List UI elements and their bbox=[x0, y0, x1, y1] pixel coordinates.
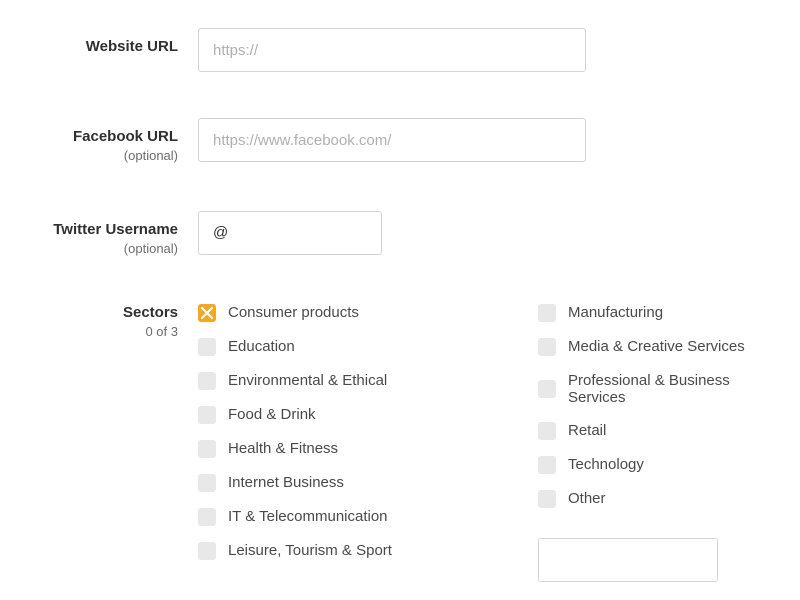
label-facebook: Facebook URL bbox=[0, 128, 178, 146]
sector-checkbox[interactable]: Education bbox=[198, 338, 418, 356]
sector-checkbox[interactable]: Media & Creative Services bbox=[538, 338, 758, 356]
field-col-facebook bbox=[198, 118, 800, 162]
sector-checkbox[interactable]: Environmental & Ethical bbox=[198, 372, 418, 390]
sector-checkbox[interactable]: Manufacturing bbox=[538, 304, 758, 322]
field-col-twitter: @ bbox=[198, 211, 800, 255]
sector-label: Manufacturing bbox=[568, 304, 663, 321]
checkbox-icon bbox=[198, 440, 216, 458]
label-website: Website URL bbox=[0, 38, 178, 56]
checkbox-icon bbox=[198, 338, 216, 356]
checkbox-icon bbox=[538, 380, 556, 398]
checkbox-icon bbox=[198, 474, 216, 492]
label-col-sectors: Sectors 0 of 3 bbox=[0, 304, 198, 341]
twitter-input-wrap[interactable]: @ bbox=[198, 211, 382, 255]
sector-checkbox[interactable]: Technology bbox=[538, 456, 758, 474]
twitter-input[interactable] bbox=[234, 223, 437, 242]
checkbox-icon bbox=[198, 508, 216, 526]
checkbox-icon bbox=[538, 304, 556, 322]
sector-label: Professional & Business Services bbox=[568, 372, 758, 406]
field-col-website bbox=[198, 28, 800, 72]
sector-checkbox[interactable]: Professional & Business Services bbox=[538, 372, 758, 406]
sector-label: Media & Creative Services bbox=[568, 338, 745, 355]
row-sectors: Sectors 0 of 3 Consumer products Educatio… bbox=[0, 304, 800, 582]
label-twitter-sub: (optional) bbox=[0, 241, 178, 258]
checkbox-icon bbox=[538, 422, 556, 440]
checkbox-icon bbox=[198, 372, 216, 390]
row-website: Website URL bbox=[0, 28, 800, 72]
label-col-website: Website URL bbox=[0, 28, 198, 56]
twitter-prefix: @ bbox=[213, 224, 228, 241]
sector-label: Retail bbox=[568, 422, 606, 439]
business-form: Website URL Facebook URL (optional) Twit… bbox=[0, 0, 800, 600]
sector-label: Leisure, Tourism & Sport bbox=[228, 542, 392, 559]
sector-label: IT & Telecommunication bbox=[228, 508, 388, 525]
sector-label: Consumer products bbox=[228, 304, 359, 321]
sector-checkbox[interactable]: Consumer products bbox=[198, 304, 418, 322]
sector-other-input[interactable] bbox=[538, 538, 718, 582]
label-col-twitter: Twitter Username (optional) bbox=[0, 211, 198, 258]
field-col-sectors: Consumer products Education Environmental … bbox=[198, 304, 800, 582]
sector-checkbox[interactable]: Food & Drink bbox=[198, 406, 418, 424]
sectors-grid: Consumer products Education Environmental … bbox=[198, 304, 800, 582]
sector-label: Environmental & Ethical bbox=[228, 372, 387, 389]
sector-checkbox[interactable]: Retail bbox=[538, 422, 758, 440]
sector-label: Health & Fitness bbox=[228, 440, 338, 457]
checkbox-icon bbox=[538, 338, 556, 356]
label-sectors: Sectors bbox=[0, 304, 178, 322]
sectors-counter: 0 of 3 bbox=[0, 324, 178, 341]
sector-checkbox[interactable]: Health & Fitness bbox=[198, 440, 418, 458]
row-facebook: Facebook URL (optional) bbox=[0, 118, 800, 165]
facebook-input[interactable] bbox=[198, 118, 586, 162]
checkbox-icon bbox=[198, 406, 216, 424]
sector-label: Food & Drink bbox=[228, 406, 316, 423]
label-col-facebook: Facebook URL (optional) bbox=[0, 118, 198, 165]
sectors-col-left: Consumer products Education Environmental … bbox=[198, 304, 418, 582]
website-input[interactable] bbox=[198, 28, 586, 72]
checkbox-icon bbox=[538, 456, 556, 474]
row-twitter: Twitter Username (optional) @ bbox=[0, 211, 800, 258]
sectors-col-right: Manufacturing Media & Creative Services Pr… bbox=[538, 304, 758, 582]
checkbox-icon bbox=[198, 542, 216, 560]
sector-checkbox[interactable]: Internet Business bbox=[198, 474, 418, 492]
sector-label: Technology bbox=[568, 456, 644, 473]
sector-checkbox[interactable]: IT & Telecommunication bbox=[198, 508, 418, 526]
sector-label: Internet Business bbox=[228, 474, 344, 491]
label-twitter: Twitter Username bbox=[0, 221, 178, 239]
sector-label: Other bbox=[568, 490, 606, 507]
sector-checkbox[interactable]: Other bbox=[538, 490, 758, 508]
checkbox-icon bbox=[538, 490, 556, 508]
sector-checkbox[interactable]: Leisure, Tourism & Sport bbox=[198, 542, 418, 560]
sector-label: Education bbox=[228, 338, 295, 355]
checkbox-checked-icon bbox=[198, 304, 216, 322]
label-facebook-sub: (optional) bbox=[0, 148, 178, 165]
